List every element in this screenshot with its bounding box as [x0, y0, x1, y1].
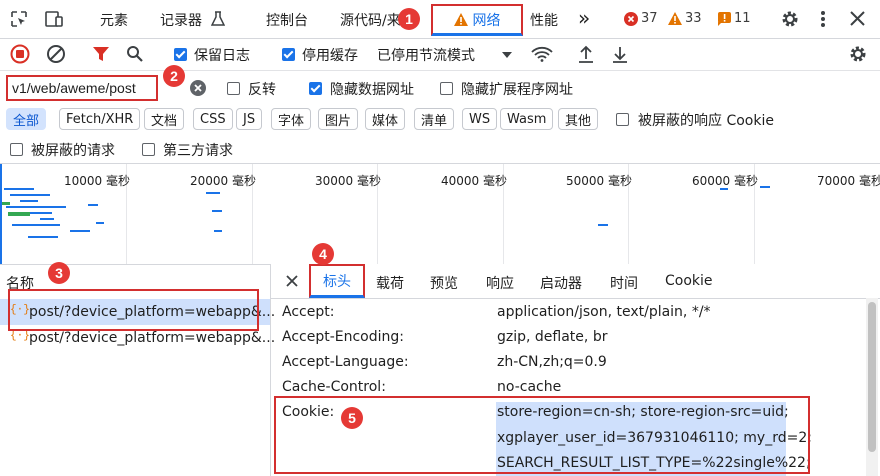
type-chip-media[interactable]: 媒体	[365, 108, 406, 130]
warning-count-badge[interactable]: 33	[668, 11, 702, 26]
tab-response[interactable]: 响应	[486, 273, 514, 293]
type-chip-font[interactable]: 字体	[271, 108, 312, 130]
tab-timing[interactable]: 时间	[610, 273, 638, 293]
flask-icon	[211, 11, 225, 27]
search-icon[interactable]	[126, 45, 144, 63]
error-count-badge[interactable]: 37	[624, 11, 658, 26]
more-tabs-icon[interactable]: »	[578, 6, 590, 30]
header-name: Accept-Encoding:	[282, 329, 405, 345]
blocked-requests-label: 被屏蔽的请求	[31, 143, 115, 159]
disable-cache-label: 停用缓存	[302, 48, 358, 64]
request-detail-tabs: 标头 载荷 预览 响应 启动器 时间 Cookie	[271, 264, 880, 299]
warning-count: 33	[685, 11, 702, 26]
header-value: application/json, text/plain, */*	[497, 304, 711, 320]
step-marker-3: 3	[48, 262, 70, 284]
type-chip-css[interactable]: CSS	[193, 108, 233, 130]
hide-extension-urls-checkbox[interactable]	[440, 82, 453, 95]
step-marker-1: 1	[398, 8, 420, 30]
blocked-requests-checkbox[interactable]	[10, 143, 23, 156]
type-chip-img[interactable]: 图片	[318, 108, 359, 130]
throttling-select[interactable]: 已停用节流模式	[377, 45, 475, 65]
annotation-box-request	[8, 289, 259, 331]
network-conditions-wifi-icon[interactable]	[531, 46, 553, 62]
third-party-checkbox[interactable]	[142, 143, 155, 156]
header-value: no-cache	[497, 379, 562, 395]
step-marker-4: 4	[312, 243, 334, 265]
xhr-request-icon: {·}	[10, 330, 30, 342]
import-har-icon[interactable]	[578, 45, 594, 63]
tab-console[interactable]: 控制台	[266, 10, 308, 30]
issue-count-badge[interactable]: 11	[718, 11, 751, 26]
network-overview-timeline[interactable]: 10000 毫秒 20000 毫秒 30000 毫秒 40000 毫秒 5000…	[0, 163, 880, 265]
export-har-icon[interactable]	[612, 45, 628, 63]
filter-input[interactable]	[6, 75, 158, 101]
type-chip-manifest[interactable]: 清单	[414, 108, 455, 130]
tab-headers-label: 标头	[323, 273, 351, 290]
issue-count: 11	[734, 11, 751, 26]
type-chip-js[interactable]: JS	[236, 108, 263, 130]
error-count: 37	[641, 11, 658, 26]
close-devtools-icon[interactable]	[850, 11, 865, 26]
inspect-element-icon[interactable]	[10, 10, 28, 28]
clear-icon[interactable]	[46, 44, 66, 64]
hide-data-urls-label: 隐藏数据网址	[330, 82, 414, 98]
close-detail-icon[interactable]	[286, 275, 298, 287]
header-name: Cache-Control:	[282, 379, 386, 395]
more-options-icon[interactable]	[820, 10, 826, 28]
tab-preview[interactable]: 预览	[430, 273, 458, 293]
stop-recording-icon[interactable]	[10, 44, 30, 64]
preserve-log-checkbox[interactable]	[174, 48, 187, 61]
network-toolbar: 保留日志 停用缓存 已停用节流模式	[0, 38, 880, 71]
tab-performance[interactable]: 性能	[530, 10, 558, 30]
step-marker-2: 2	[163, 65, 185, 87]
error-icon	[624, 11, 638, 26]
hide-extension-urls-label: 隐藏扩展程序网址	[461, 82, 573, 98]
detail-scrollbar[interactable]	[866, 298, 878, 476]
blocked-response-cookies-label: 被屏蔽的响应 Cookie	[638, 113, 774, 129]
tab-cookies[interactable]: Cookie	[665, 273, 713, 289]
settings-gear-icon[interactable]	[780, 9, 800, 29]
network-settings-gear-icon[interactable]	[848, 44, 868, 64]
third-party-label: 第三方请求	[163, 143, 233, 159]
disable-cache-checkbox[interactable]	[282, 48, 295, 61]
request-name[interactable]: post/?device_platform=webapp&...	[29, 330, 275, 346]
tab-initiator[interactable]: 启动器	[540, 273, 582, 293]
tab-headers[interactable]: 标头	[309, 264, 365, 298]
clear-filter-icon[interactable]	[190, 80, 206, 96]
invert-label: 反转	[248, 82, 276, 98]
type-chip-ws[interactable]: WS	[462, 108, 498, 130]
hide-data-urls-checkbox[interactable]	[309, 82, 322, 95]
tab-elements[interactable]: 元素	[100, 10, 128, 30]
warning-icon	[453, 13, 468, 26]
device-toolbar-icon[interactable]	[44, 10, 64, 28]
header-value: zh-CN,zh;q=0.9	[497, 354, 607, 370]
header-name: Accept-Language:	[282, 354, 409, 370]
issue-flag-icon	[718, 11, 731, 26]
header-value: gzip, deflate, br	[497, 329, 608, 345]
header-name: Accept:	[282, 304, 335, 320]
tab-recorder[interactable]: 记录器	[160, 10, 202, 30]
filter-funnel-icon[interactable]	[92, 45, 110, 63]
tab-payload[interactable]: 载荷	[376, 273, 404, 293]
preserve-log-label: 保留日志	[194, 48, 250, 64]
tab-network[interactable]: 网络	[431, 4, 523, 36]
timeline-waterfall-bars	[0, 164, 770, 264]
type-chip-wasm[interactable]: Wasm	[500, 108, 554, 130]
type-chip-fetch-xhr[interactable]: Fetch/XHR	[59, 108, 141, 130]
type-chip-all[interactable]: 全部	[6, 108, 47, 130]
step-marker-5: 5	[341, 407, 363, 429]
dropdown-arrow-icon[interactable]	[502, 52, 512, 58]
invert-checkbox[interactable]	[227, 82, 240, 95]
type-chip-doc[interactable]: 文档	[144, 108, 185, 130]
tab-network-label: 网络	[472, 12, 501, 29]
blocked-response-cookies-checkbox[interactable]	[616, 113, 629, 126]
filter-row: 反转 隐藏数据网址 隐藏扩展程序网址	[0, 71, 880, 105]
type-chip-other[interactable]: 其他	[558, 108, 599, 130]
devtools-tab-bar: 元素 记录器 控制台 源代码/来 网络 性能 » 37 33 11	[0, 0, 880, 39]
detail-scrollbar-thumb[interactable]	[868, 302, 876, 452]
warning-icon	[668, 12, 682, 25]
